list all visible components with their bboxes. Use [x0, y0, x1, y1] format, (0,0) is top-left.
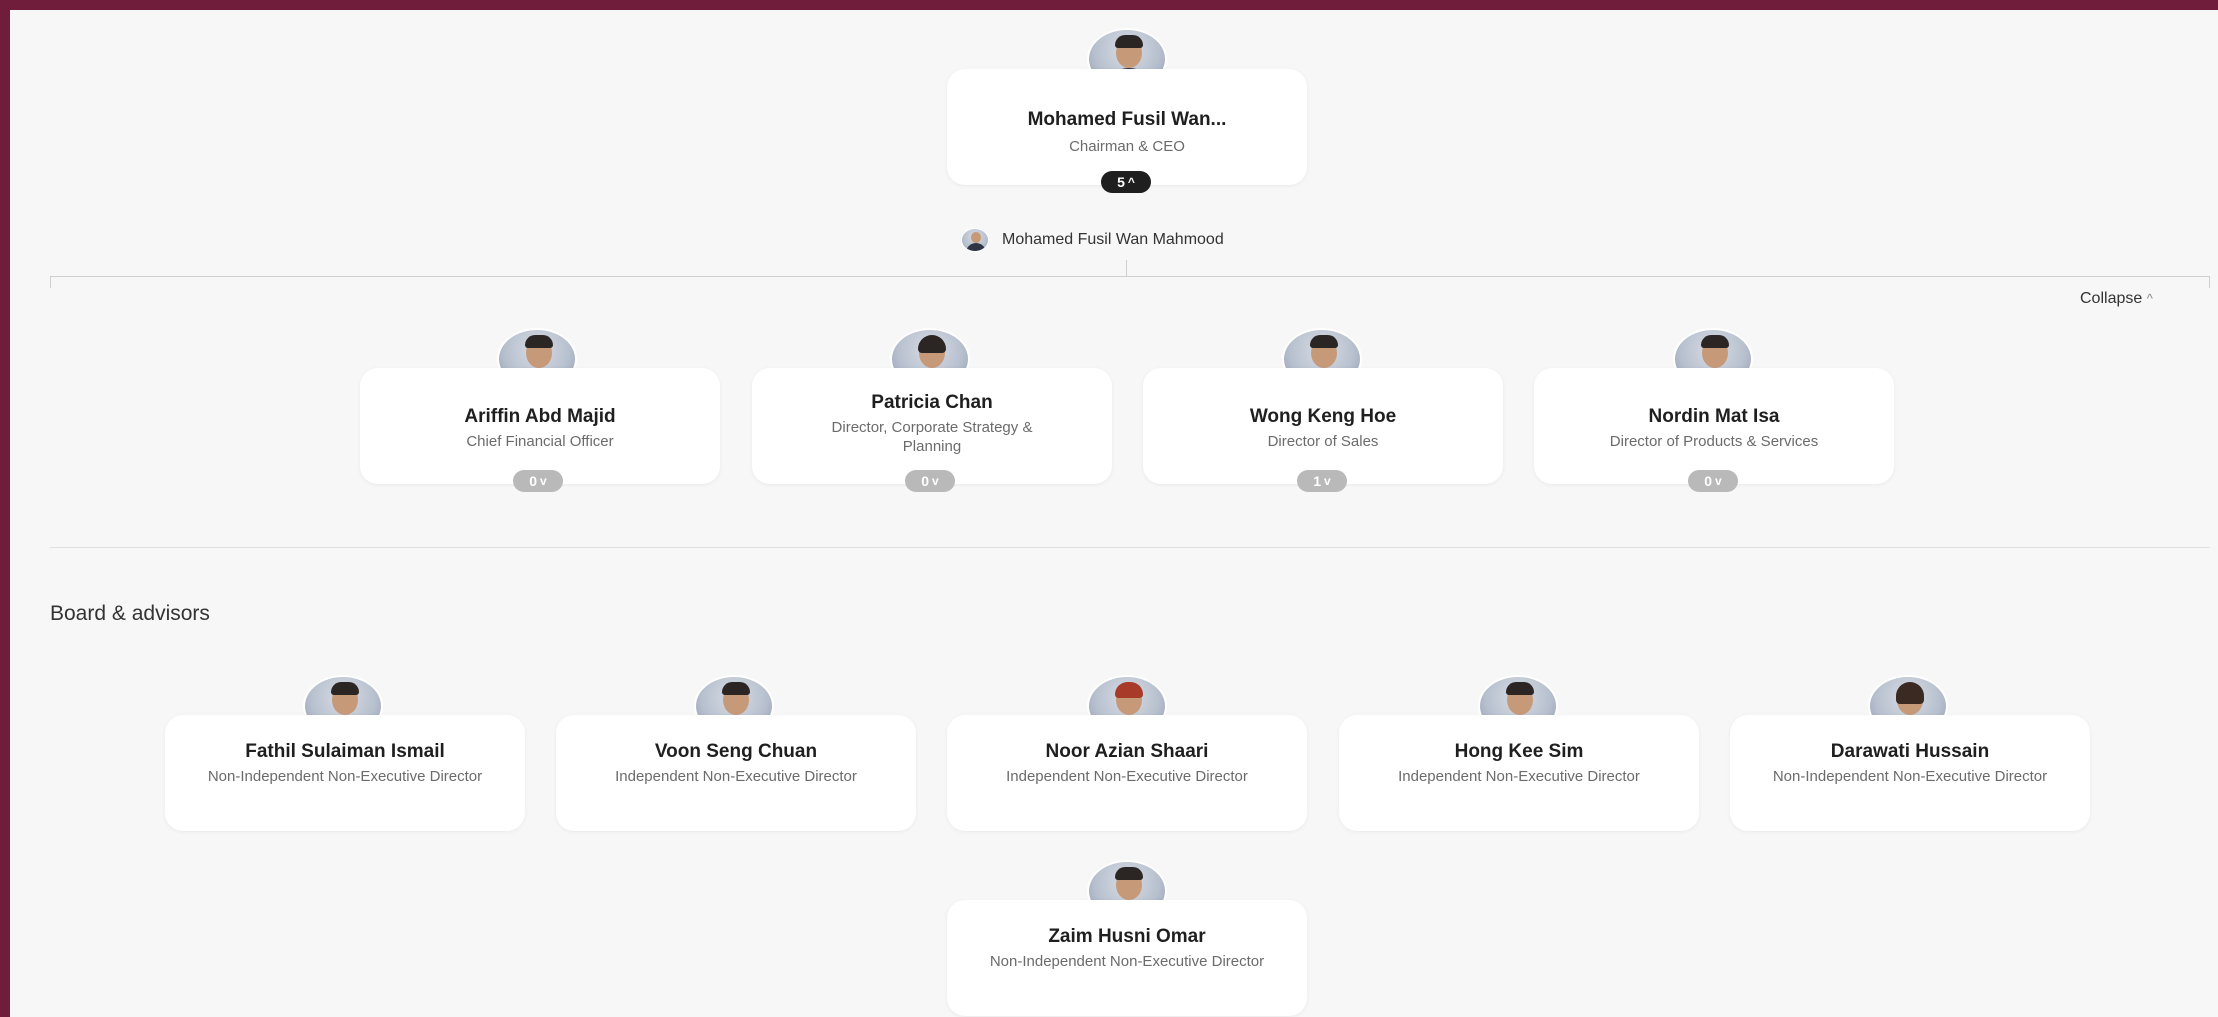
report-role: Director of Products & Services	[1609, 433, 1819, 450]
ceo-full-name[interactable]: Mohamed Fusil Wan Mahmood	[1002, 231, 1224, 249]
connector-center-drop	[1126, 260, 1127, 276]
board-member-role: Independent Non-Executive Director	[1398, 768, 1640, 785]
chevron-down-icon: v	[540, 474, 547, 488]
report-name: Nordin Mat Isa	[1648, 406, 1780, 427]
board-member-role: Non-Independent Non-Executive Director	[1772, 768, 2048, 785]
report-role: Chief Financial Officer	[466, 433, 614, 450]
ceo-mini-avatar	[961, 228, 989, 252]
chevron-up-icon: ^	[1127, 175, 1135, 189]
collapse-button[interactable]: Collapse ^	[2080, 290, 2153, 308]
report-expand-toggle[interactable]: 0 v	[1688, 470, 1738, 492]
section-divider	[50, 547, 2210, 548]
report-count: 1	[1313, 473, 1322, 489]
report-count: 0	[921, 473, 930, 489]
board-member-name: Voon Seng Chuan	[654, 741, 818, 762]
ceo-reports-count: 5	[1117, 174, 1125, 190]
board-member-role: Non-Independent Non-Executive Director	[207, 768, 483, 785]
board-member-role: Independent Non-Executive Director	[615, 768, 857, 785]
chevron-up-icon: ^	[2146, 291, 2153, 306]
board-member-name: Noor Azian Shaari	[1045, 741, 1209, 762]
report-count: 0	[529, 473, 538, 489]
report-card[interactable]: Wong Keng Hoe Director of Sales	[1143, 368, 1503, 484]
board-member-card[interactable]: Hong Kee Sim Independent Non-Executive D…	[1339, 715, 1699, 831]
connector-right-drop	[2209, 276, 2210, 288]
board-member-role: Non-Independent Non-Executive Director	[989, 953, 1265, 970]
connector-left-drop	[50, 276, 51, 288]
board-member-name: Darawati Hussain	[1830, 741, 1990, 762]
report-card[interactable]: Ariffin Abd Majid Chief Financial Office…	[360, 368, 720, 484]
report-card[interactable]: Patricia Chan Director, Corporate Strate…	[752, 368, 1112, 484]
report-card[interactable]: Nordin Mat Isa Director of Products & Se…	[1534, 368, 1894, 484]
report-role: Director, Corporate Strategy & Planning	[831, 419, 1033, 455]
report-expand-toggle[interactable]: 0 v	[513, 470, 563, 492]
board-member-card[interactable]: Darawati Hussain Non-Independent Non-Exe…	[1730, 715, 2090, 831]
board-member-card[interactable]: Noor Azian Shaari Independent Non-Execut…	[947, 715, 1307, 831]
report-name: Ariffin Abd Majid	[464, 406, 616, 427]
report-expand-toggle[interactable]: 0 v	[905, 470, 955, 492]
chevron-down-icon: v	[932, 474, 939, 488]
report-count: 0	[1704, 473, 1713, 489]
chevron-down-icon: v	[1715, 474, 1722, 488]
ceo-card[interactable]: Mohamed Fusil Wan... Chairman & CEO	[947, 69, 1307, 185]
report-role: Director of Sales	[1267, 433, 1379, 450]
chevron-down-icon: v	[1324, 474, 1331, 488]
report-name: Wong Keng Hoe	[1249, 406, 1397, 427]
ceo-reports-toggle[interactable]: 5 ^	[1101, 171, 1151, 193]
board-member-card[interactable]: Fathil Sulaiman Ismail Non-Independent N…	[165, 715, 525, 831]
connector-horizontal	[50, 276, 2210, 277]
board-member-name: Zaim Husni Omar	[1048, 926, 1206, 947]
board-member-card[interactable]: Zaim Husni Omar Non-Independent Non-Exec…	[947, 900, 1307, 1016]
board-member-role: Independent Non-Executive Director	[1006, 768, 1248, 785]
collapse-label: Collapse	[2080, 290, 2143, 307]
report-name: Patricia Chan	[871, 392, 993, 413]
board-member-card[interactable]: Voon Seng Chuan Independent Non-Executiv…	[556, 715, 916, 831]
report-expand-toggle[interactable]: 1 v	[1297, 470, 1347, 492]
board-member-name: Fathil Sulaiman Ismail	[245, 741, 445, 762]
board-section-title: Board & advisors	[50, 602, 210, 625]
ceo-role: Chairman & CEO	[1069, 138, 1185, 155]
org-chart-canvas: Mohamed Fusil Wan... Chairman & CEO 5 ^ …	[10, 10, 2218, 1017]
ceo-name: Mohamed Fusil Wan...	[1027, 109, 1227, 130]
board-member-name: Hong Kee Sim	[1454, 741, 1584, 762]
